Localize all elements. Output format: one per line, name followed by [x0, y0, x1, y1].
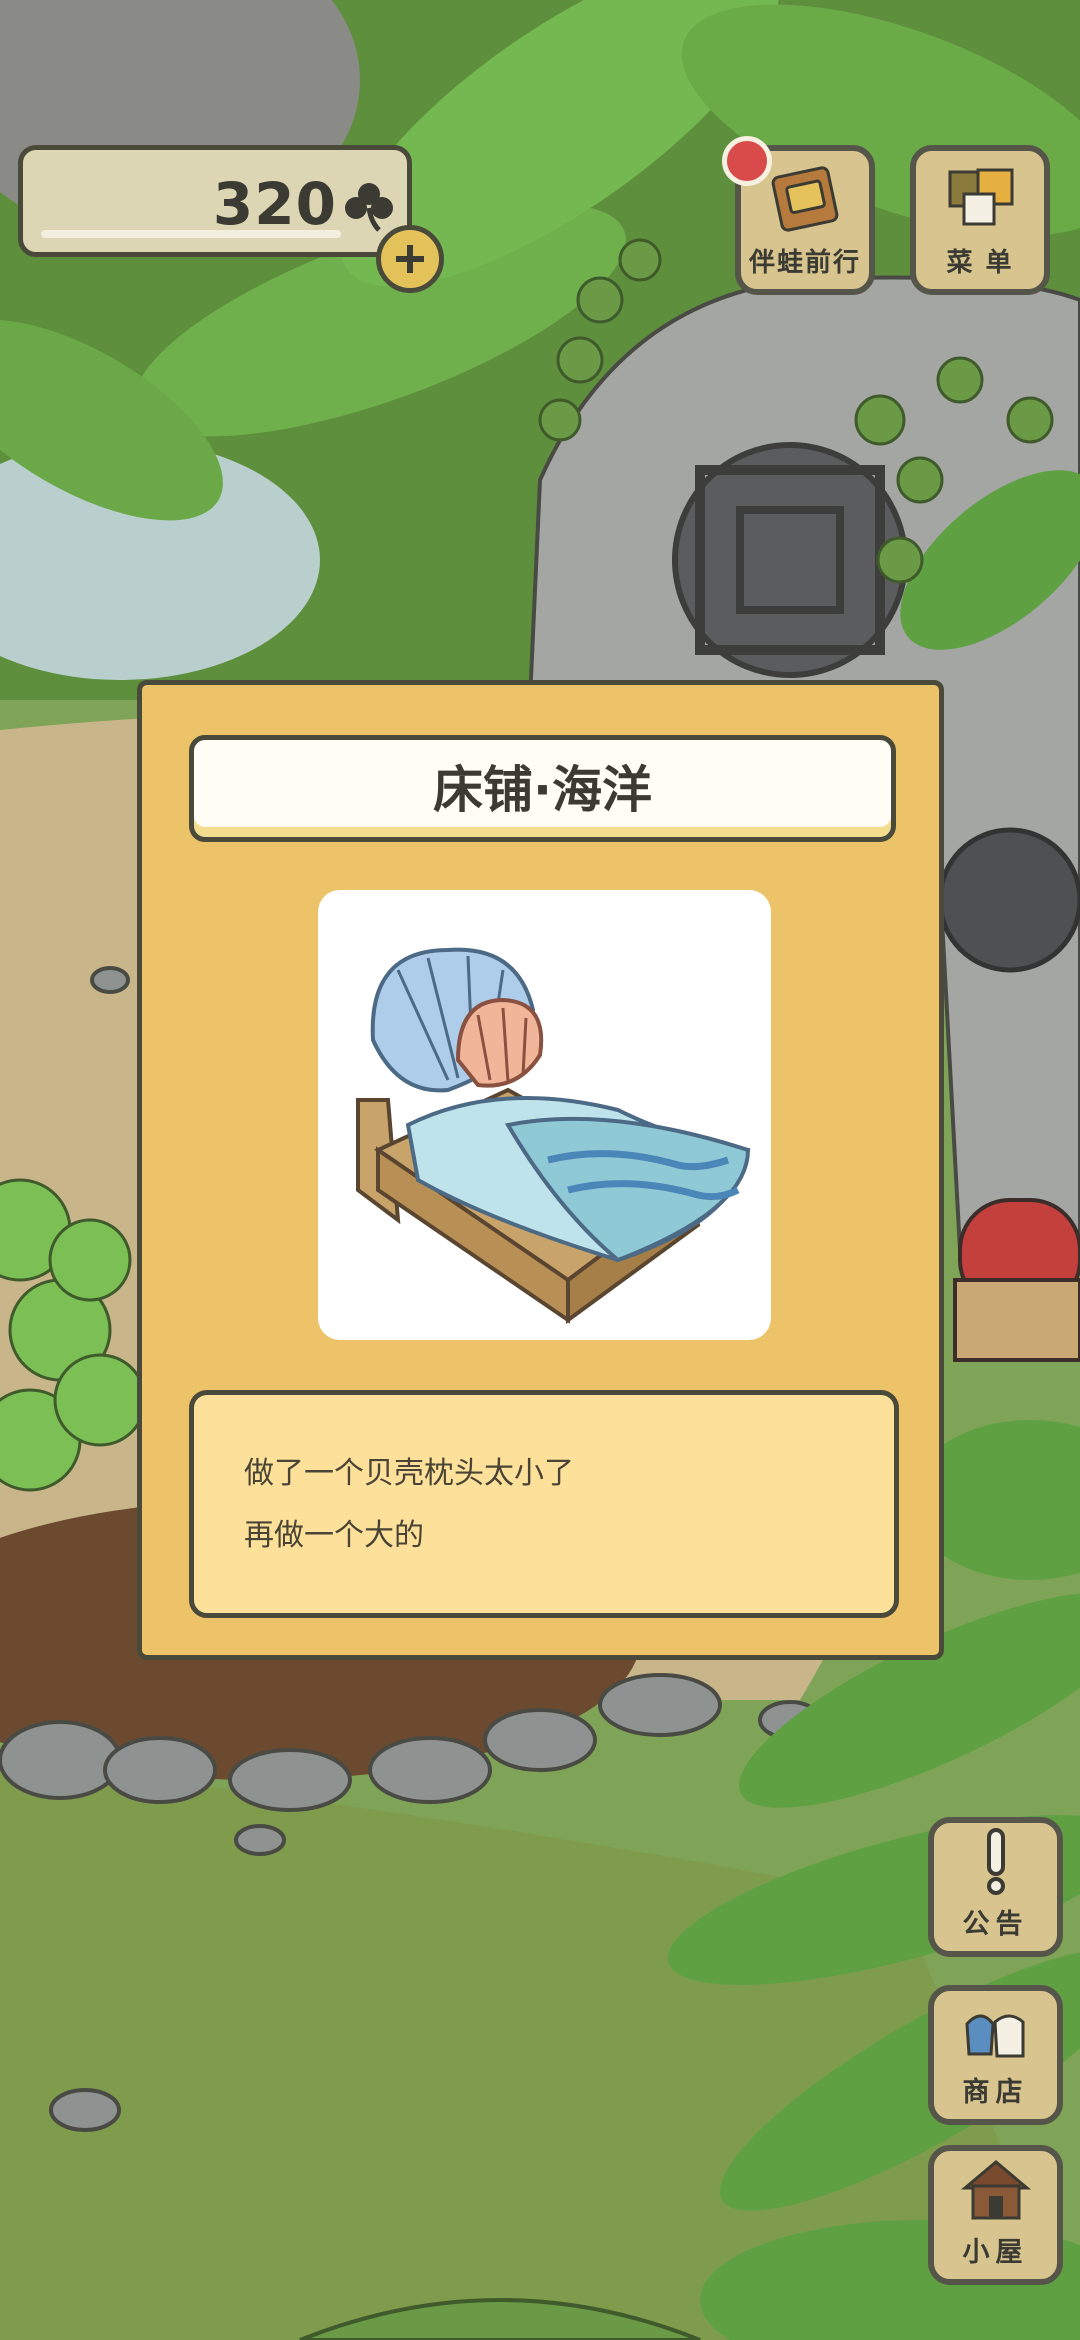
house-button-label: 小屋 — [962, 2237, 1029, 2268]
shop-button[interactable]: 商店 — [928, 1985, 1063, 2125]
add-clover-button[interactable] — [376, 225, 444, 293]
shop-bags-icon — [964, 2014, 1024, 2058]
item-description-box: 做了一个贝壳枕头太小了 再做一个大的 — [189, 1390, 899, 1618]
notice-button-label: 公告 — [962, 1909, 1029, 1940]
clover-count: 320 — [212, 170, 337, 238]
menu-cards-icon — [948, 168, 1014, 226]
menu-button[interactable]: 菜 单 — [910, 145, 1050, 295]
shop-button-label: 商店 — [962, 2077, 1029, 2108]
item-description-line: 做了一个贝壳枕头太小了 — [244, 1456, 574, 1491]
house-button[interactable]: 小屋 — [928, 2145, 1063, 2285]
travel-journal-icon — [771, 166, 839, 232]
clover-icon — [345, 183, 393, 232]
plus-icon — [396, 245, 424, 273]
notice-button[interactable]: 公告 — [928, 1817, 1063, 1957]
house-icon — [960, 2160, 1031, 2220]
clover-counter: 320 — [18, 145, 412, 257]
item-title: 床铺·海洋 — [433, 760, 652, 819]
item-detail-dialog: 床铺·海洋 做了一个贝壳枕头太小了 再做一个大的 — [137, 680, 944, 1660]
item-description-line: 再做一个大的 — [244, 1518, 424, 1553]
notification-dot — [722, 136, 772, 186]
menu-button-label: 菜 单 — [946, 248, 1014, 278]
travel-button-label: 伴蛙前行 — [748, 248, 861, 278]
shell-bed-illustration — [356, 947, 751, 1324]
exclamation-icon — [986, 1828, 1005, 1895]
item-title-box: 床铺·海洋 — [189, 735, 896, 842]
item-image-frame — [318, 890, 771, 1340]
